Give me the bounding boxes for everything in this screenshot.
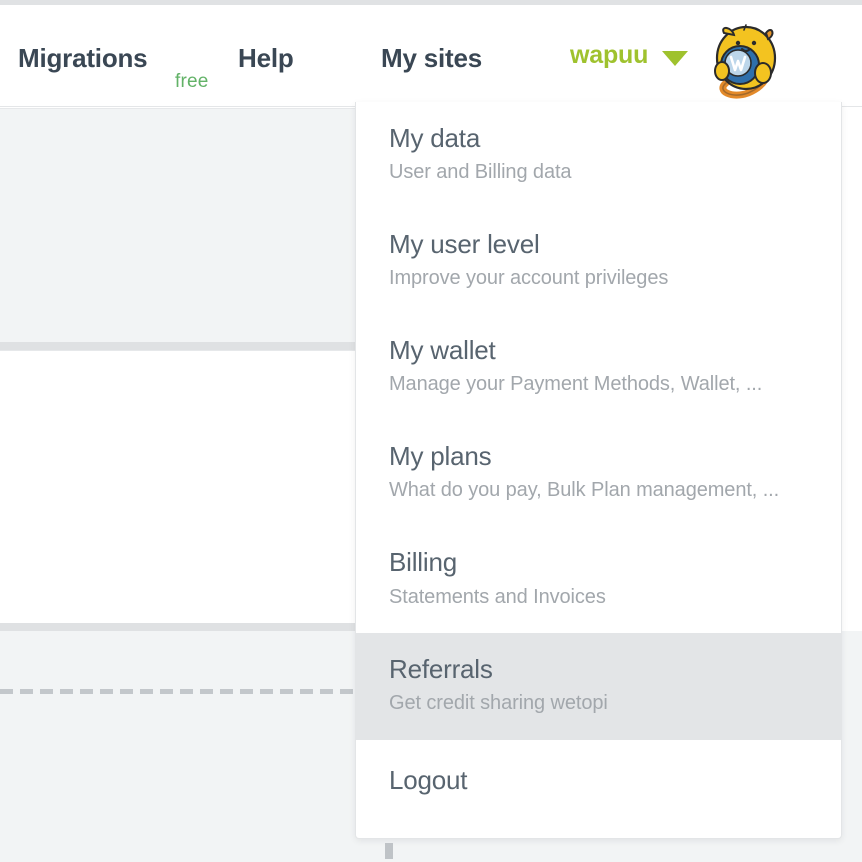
free-badge: free	[175, 71, 209, 92]
nav-item-my-sites[interactable]: My sites	[381, 43, 482, 74]
chevron-down-icon[interactable]	[662, 50, 689, 66]
menu-item-my-user-level-subtitle: Improve your account privileges	[389, 267, 669, 290]
menu-item-my-data-title: My data	[389, 123, 481, 153]
menu-item-logout-title: Logout	[389, 764, 468, 795]
user-dropdown-menu: My data User and Billing data My user le…	[355, 102, 842, 839]
menu-scroll-marker	[385, 843, 393, 859]
menu-item-billing[interactable]: Billing Statements and Invoices	[356, 526, 841, 633]
background-panel-gray-top	[0, 108, 362, 343]
menu-item-logout[interactable]: Logout	[356, 739, 841, 823]
menu-item-referrals[interactable]: Referrals Get credit sharing wetopi	[356, 632, 841, 739]
nav-item-help[interactable]: Help	[238, 43, 294, 74]
background-panel-white	[0, 350, 362, 624]
menu-item-my-wallet[interactable]: My wallet Manage your Payment Methods, W…	[356, 314, 841, 421]
menu-item-billing-subtitle: Statements and Invoices	[389, 585, 606, 608]
user-menu-trigger[interactable]: wapuu	[570, 41, 689, 70]
nav-item-my-sites-label: My sites	[381, 43, 483, 73]
nav-item-help-label: Help	[238, 43, 294, 73]
menu-item-my-wallet-subtitle: Manage your Payment Methods, Wallet, ...	[389, 373, 763, 396]
menu-item-my-plans[interactable]: My plans What do you pay, Bulk Plan mana…	[356, 420, 841, 527]
app-screen: Migrations free Help My sites wapuu My d…	[0, 0, 862, 862]
background-divider-top	[0, 342, 362, 350]
avatar[interactable]	[706, 21, 784, 99]
menu-item-my-data-subtitle: User and Billing data	[389, 161, 572, 184]
top-navigation-bar: Migrations free Help My sites wapuu	[0, 5, 862, 107]
background-divider-bottom	[0, 623, 362, 631]
menu-item-billing-title: Billing	[389, 547, 457, 578]
menu-item-my-wallet-title: My wallet	[389, 335, 496, 366]
menu-item-referrals-subtitle: Get credit sharing wetopi	[389, 691, 608, 714]
menu-item-my-user-level-title: My user level	[389, 229, 540, 260]
menu-item-my-plans-title: My plans	[389, 441, 492, 472]
nav-item-migrations-label: Migrations	[18, 43, 148, 73]
menu-item-my-data[interactable]: My data User and Billing data	[356, 102, 841, 209]
menu-item-referrals-title: Referrals	[389, 653, 493, 684]
nav-item-migrations[interactable]: Migrations free	[18, 43, 208, 92]
menu-item-my-plans-subtitle: What do you pay, Bulk Plan management, .…	[389, 479, 780, 502]
user-name-label: wapuu	[570, 41, 649, 69]
menu-item-my-user-level[interactable]: My user level Improve your account privi…	[356, 208, 841, 315]
